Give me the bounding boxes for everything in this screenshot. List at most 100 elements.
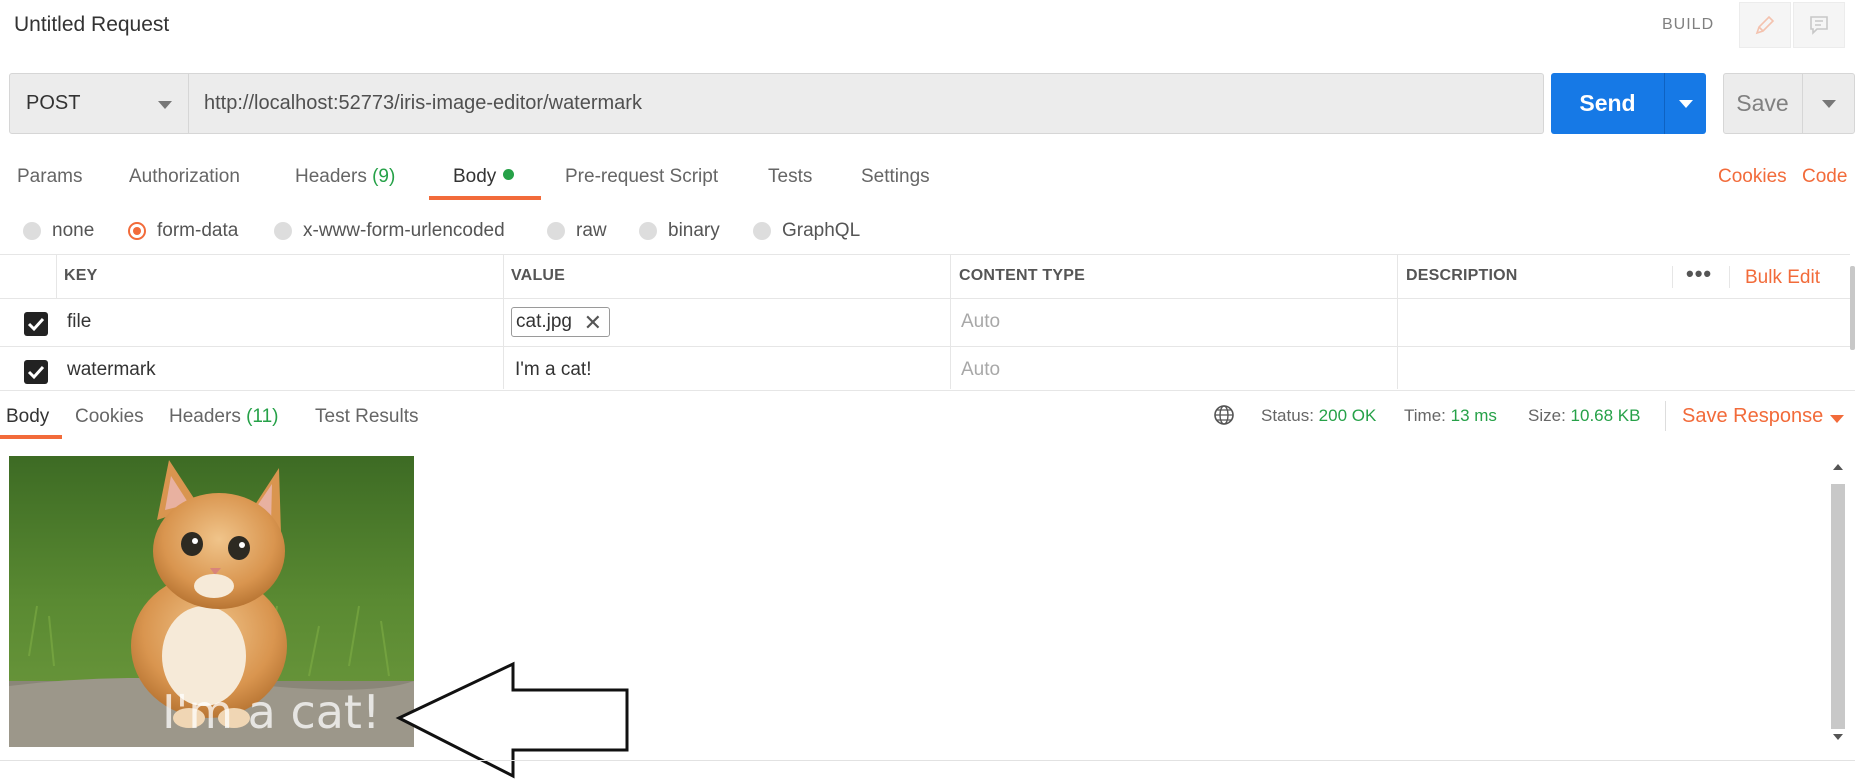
row-value[interactable]: I'm a cat! — [515, 359, 591, 381]
radio-label: raw — [576, 220, 607, 241]
title-bar: Untitled Request BUILD — [0, 0, 1855, 52]
response-status: Status: 200 OK — [1261, 406, 1376, 426]
chevron-down-icon — [158, 101, 172, 109]
request-url-bar: POST http://localhost:52773/iris-image-e… — [9, 73, 1855, 134]
scroll-up-icon[interactable] — [1833, 464, 1843, 470]
row-key[interactable]: file — [67, 311, 91, 333]
row-content-type[interactable]: Auto — [961, 311, 1000, 333]
tab-headers[interactable]: Headers (9) — [295, 166, 395, 188]
status-label: Status: — [1261, 406, 1314, 425]
row-key[interactable]: watermark — [67, 359, 156, 381]
params-scrollbar[interactable] — [1850, 266, 1855, 350]
save-options-chevron-icon[interactable] — [1822, 100, 1836, 108]
radio-circle-selected — [128, 222, 146, 240]
radio-binary[interactable]: binary — [639, 220, 720, 242]
checkmark-icon — [27, 365, 45, 380]
column-content-type: CONTENT TYPE — [959, 267, 1085, 284]
status-value: 200 OK — [1318, 406, 1377, 425]
save-response-chevron-icon[interactable] — [1830, 415, 1844, 423]
bulk-edit-link[interactable]: Bulk Edit — [1745, 267, 1820, 289]
radio-form-data[interactable]: form-data — [128, 220, 238, 242]
radio-circle — [753, 222, 771, 240]
save-button-label: Save — [1736, 90, 1789, 116]
file-chip: cat.jpg ✕ — [511, 307, 610, 337]
radio-label: none — [52, 220, 95, 241]
response-tab-test-results[interactable]: Test Results — [315, 406, 418, 428]
radio-x-www-form-urlencoded[interactable]: x-www-form-urlencoded — [274, 220, 505, 242]
header-divider — [1729, 266, 1730, 288]
tab-params[interactable]: Params — [17, 166, 82, 188]
left-arrow-annotation-icon — [395, 661, 629, 779]
radio-circle — [639, 222, 657, 240]
comments-button[interactable] — [1793, 2, 1845, 48]
row-checkbox[interactable] — [24, 312, 48, 336]
method-value: POST — [26, 92, 81, 114]
tab-pre-request-script[interactable]: Pre-request Script — [565, 166, 718, 188]
radio-raw[interactable]: raw — [547, 220, 607, 242]
column-value: VALUE — [511, 267, 566, 284]
table-header: KEY VALUE CONTENT TYPE DESCRIPTION ••• B… — [0, 254, 1850, 299]
url-input[interactable]: http://localhost:52773/iris-image-editor… — [189, 73, 1544, 134]
response-tab-headers[interactable]: Headers (11) — [169, 406, 279, 428]
send-options-chevron-icon[interactable] — [1679, 100, 1693, 108]
radio-label: GraphQL — [782, 220, 861, 241]
table-row: file cat.jpg ✕ Auto — [0, 299, 1850, 347]
send-divider — [1664, 73, 1665, 134]
radio-label: x-www-form-urlencoded — [303, 220, 505, 241]
response-headers-count: (11) — [246, 406, 279, 427]
cookies-link[interactable]: Cookies — [1718, 166, 1787, 188]
scroll-thumb[interactable] — [1831, 484, 1845, 729]
send-button[interactable]: Send — [1551, 73, 1706, 134]
request-tabs: Params Authorization Headers (9) Body Pr… — [0, 160, 1855, 202]
tab-body-label: Body — [453, 166, 497, 187]
tab-body[interactable]: Body — [453, 166, 515, 188]
row-content-type[interactable]: Auto — [961, 359, 1000, 381]
globe-icon[interactable] — [1213, 404, 1235, 426]
response-image: I'm a cat! — [9, 456, 414, 747]
comment-icon — [1810, 16, 1828, 35]
column-key: KEY — [64, 267, 98, 284]
radio-label: binary — [668, 220, 720, 241]
radio-circle — [23, 222, 41, 240]
response-tab-headers-label: Headers — [169, 406, 241, 427]
radio-label: form-data — [157, 220, 239, 241]
size-label: Size: — [1528, 406, 1566, 425]
body-type-selector: none form-data x-www-form-urlencoded raw… — [0, 220, 1000, 250]
radio-circle — [274, 222, 292, 240]
radio-graphql[interactable]: GraphQL — [753, 220, 860, 242]
row-checkbox[interactable] — [24, 360, 48, 384]
response-tabs: Body Cookies Headers (11) Test Results S… — [0, 390, 1855, 439]
method-select[interactable]: POST — [9, 73, 189, 134]
meta-divider — [1665, 401, 1666, 431]
tab-tests[interactable]: Tests — [768, 166, 812, 188]
size-value: 10.68 KB — [1570, 406, 1641, 425]
pencil-icon — [1755, 15, 1775, 35]
tab-settings[interactable]: Settings — [861, 166, 930, 188]
header-divider — [1672, 266, 1673, 288]
file-name: cat.jpg — [516, 311, 572, 332]
save-divider — [1802, 74, 1803, 133]
response-tab-cookies[interactable]: Cookies — [75, 406, 144, 428]
code-link[interactable]: Code — [1802, 166, 1847, 188]
remove-file-icon[interactable]: ✕ — [584, 309, 602, 337]
response-tab-body[interactable]: Body — [6, 406, 49, 428]
radio-none[interactable]: none — [23, 220, 94, 242]
response-size: Size: 10.68 KB — [1528, 406, 1640, 426]
body-indicator-dot — [503, 169, 515, 180]
column-description: DESCRIPTION — [1406, 267, 1518, 284]
scroll-down-icon[interactable] — [1833, 734, 1843, 740]
time-label: Time: — [1404, 406, 1446, 425]
tab-authorization[interactable]: Authorization — [129, 166, 240, 188]
request-title[interactable]: Untitled Request — [14, 13, 169, 37]
build-mode-label[interactable]: BUILD — [1662, 16, 1714, 34]
save-button[interactable]: Save — [1723, 73, 1855, 134]
save-response-button[interactable]: Save Response — [1682, 405, 1823, 428]
response-body: I'm a cat! — [0, 440, 1855, 779]
tab-headers-label: Headers — [295, 166, 367, 187]
table-row: watermark I'm a cat! Auto — [0, 347, 1850, 389]
more-options-icon[interactable]: ••• — [1686, 261, 1712, 287]
active-tab-indicator — [429, 196, 541, 200]
status-bar-divider — [0, 760, 1855, 761]
headers-count: (9) — [372, 166, 396, 187]
edit-button[interactable] — [1739, 2, 1791, 48]
